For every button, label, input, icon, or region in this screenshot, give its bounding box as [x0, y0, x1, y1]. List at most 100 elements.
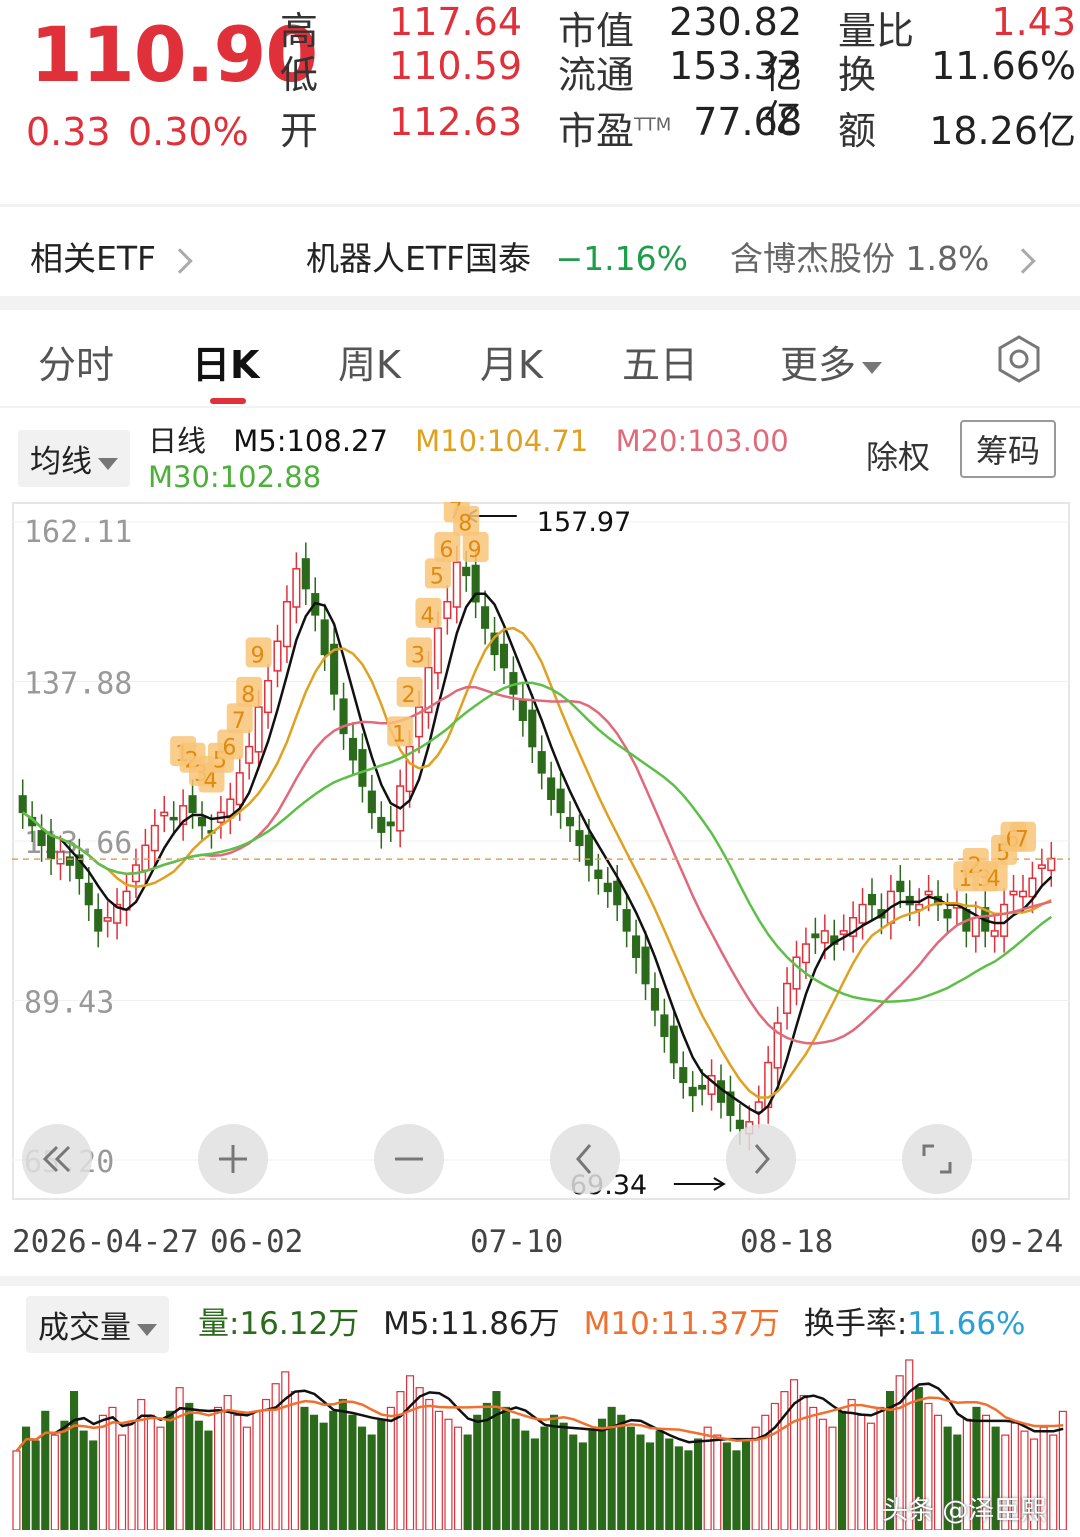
turnover-label: 换手率:	[803, 1306, 908, 1342]
candlestick-chart[interactable]: 162.11137.88113.6689.4365.20157.9769.341…	[12, 502, 1080, 1202]
candle-body	[971, 916, 980, 937]
candle-body	[1009, 890, 1018, 896]
candle-body	[273, 640, 282, 672]
tab-daily-k[interactable]: 日K	[192, 334, 259, 389]
volume-bar	[214, 1406, 223, 1530]
candle-body	[358, 749, 367, 787]
tab-intraday[interactable]: 分时	[38, 334, 114, 389]
volume-bar	[1049, 1434, 1058, 1530]
candle-body	[377, 816, 386, 833]
candle-body	[443, 600, 452, 619]
zoom-out-button[interactable]	[374, 1124, 444, 1194]
candle-body	[481, 606, 490, 629]
chouma-button[interactable]: 筹码	[960, 420, 1057, 478]
volume-bar	[223, 1394, 232, 1530]
etf-item[interactable]: 机器人ETF国泰 −1.16%	[306, 232, 688, 280]
candle-body	[56, 851, 65, 865]
volume-dropdown[interactable]: 成交量	[26, 1296, 169, 1353]
divider	[0, 204, 1080, 207]
candle-body	[641, 946, 650, 985]
rewind-button[interactable]	[22, 1124, 92, 1194]
candle-body	[452, 561, 461, 608]
volume-bar	[722, 1442, 731, 1530]
fuquan-button[interactable]: 除权	[866, 432, 930, 478]
candle-body	[528, 709, 537, 748]
plus-icon	[219, 1145, 247, 1173]
etf-name: 机器人ETF国泰	[306, 239, 531, 278]
ma30-line	[21, 681, 1053, 1003]
volume-bar	[406, 1375, 415, 1530]
ma-values: 日线 M5:108.27 M10:104.71 M20:103.00	[148, 418, 789, 460]
candle-body	[94, 909, 103, 932]
volume-bar	[386, 1406, 395, 1530]
volume-bar	[12, 1450, 21, 1530]
volume-bar	[751, 1426, 760, 1530]
volume-bar	[454, 1426, 463, 1530]
candle-body	[622, 909, 631, 932]
volume-bar	[290, 1391, 299, 1530]
etf-holding[interactable]: 含博杰股份 1.8%	[730, 232, 1036, 280]
volume-bar	[338, 1398, 347, 1530]
x-tick-3: 08-18	[740, 1224, 834, 1260]
tab-monthly-k[interactable]: 月K	[480, 334, 543, 389]
ma5-line	[21, 592, 1053, 1116]
ratio-label: 换	[838, 53, 877, 97]
volume-bar	[41, 1410, 50, 1530]
caret-down-icon	[862, 361, 883, 374]
volume-bar	[732, 1450, 741, 1530]
ma10-line	[21, 626, 1052, 1099]
volume-bar	[684, 1450, 693, 1530]
candle-body	[141, 844, 150, 872]
divider	[0, 296, 1080, 310]
volume-bar	[674, 1446, 683, 1530]
candle-body	[801, 943, 810, 964]
tab-five-day[interactable]: 五日	[622, 334, 698, 389]
candle-body	[565, 816, 575, 827]
volume-bar	[377, 1418, 386, 1530]
seq-marker-label: 6	[222, 736, 236, 761]
volume-bar	[540, 1426, 549, 1530]
candle-body	[547, 777, 556, 800]
x-tick-1: 06-02	[210, 1224, 304, 1260]
candle-body	[924, 890, 933, 896]
ma-m10: M10:104.71	[415, 424, 589, 458]
settings-gear-icon[interactable]	[994, 334, 1044, 384]
volume-m10: M10:11.37万	[583, 1306, 780, 1342]
volume-bar	[597, 1418, 607, 1530]
candle-body	[197, 816, 207, 827]
candle-body	[575, 830, 584, 847]
ratio-value: 1.43	[991, 0, 1076, 44]
candle-body	[169, 816, 178, 821]
ma-dropdown[interactable]: 均线	[18, 430, 130, 487]
volume-bar	[79, 1430, 88, 1530]
related-etf-link[interactable]: 相关ETF	[30, 232, 193, 280]
divider	[0, 406, 1080, 408]
fullscreen-button[interactable]	[902, 1124, 972, 1194]
volume-bar	[588, 1430, 597, 1530]
volume-bar	[521, 1430, 530, 1530]
volume-bar	[511, 1418, 520, 1530]
seq-marker-label: 6	[439, 538, 453, 563]
volume-bar	[242, 1426, 251, 1530]
tab-weekly-k[interactable]: 周K	[338, 334, 401, 389]
candle-body	[943, 909, 952, 919]
volume-bar	[50, 1434, 59, 1530]
candle-body	[688, 1086, 697, 1097]
candle-body	[367, 790, 376, 814]
quote-value: 117.64	[389, 0, 522, 44]
volume-bar	[185, 1402, 194, 1530]
candle-body	[46, 834, 56, 860]
volume-bar	[156, 1426, 165, 1530]
volume-bar	[166, 1410, 175, 1530]
volume-bar	[89, 1440, 98, 1530]
candle-body	[1018, 890, 1028, 898]
volume-bar	[233, 1414, 242, 1530]
y-tick-label: 137.88	[24, 667, 132, 702]
tab-more[interactable]: 更多	[780, 334, 883, 389]
next-button[interactable]	[726, 1124, 796, 1194]
candle-body	[386, 821, 395, 827]
prev-button[interactable]	[550, 1124, 620, 1194]
volume-bar	[310, 1414, 319, 1530]
candle-body	[660, 1014, 669, 1037]
zoom-in-button[interactable]	[198, 1124, 268, 1194]
